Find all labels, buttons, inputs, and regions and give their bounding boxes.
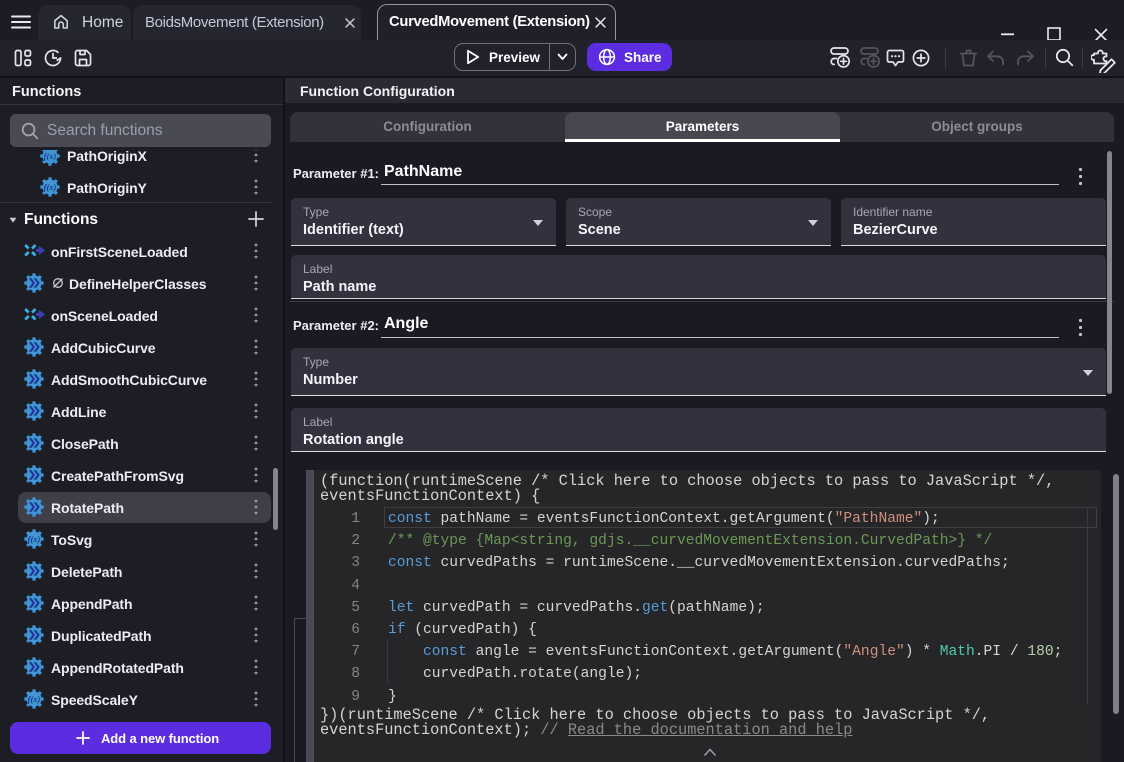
svg-text:f(x): f(x) [44, 151, 57, 161]
svg-text:f(x): f(x) [28, 694, 41, 704]
svg-text:f(x): f(x) [28, 534, 41, 544]
svg-text:f(x): f(x) [44, 182, 57, 192]
